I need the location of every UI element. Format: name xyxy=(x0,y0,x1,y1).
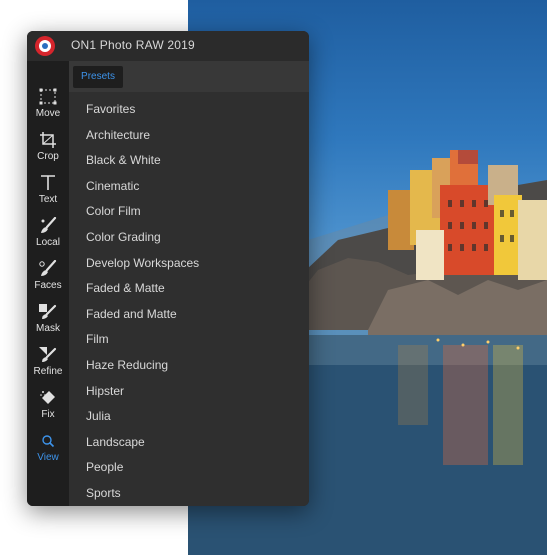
tool-local[interactable]: Local xyxy=(27,216,69,260)
title-bar: ON1 Photo RAW 2019 xyxy=(27,31,309,61)
preset-item[interactable]: Architecture xyxy=(69,123,309,149)
mask-brush-icon xyxy=(38,303,58,321)
tool-bar: Move Crop Text Local Faces Mask Refine F… xyxy=(27,61,69,506)
tool-label: Faces xyxy=(34,280,62,291)
tool-label: Refine xyxy=(33,366,63,377)
refine-brush-icon xyxy=(38,346,58,364)
tool-faces[interactable]: Faces xyxy=(27,259,69,303)
tool-label: Mask xyxy=(36,323,60,334)
face-brush-icon xyxy=(38,259,58,278)
preset-item[interactable]: Black & White xyxy=(69,148,309,174)
tool-fix[interactable]: Fix xyxy=(27,389,69,432)
preset-item[interactable]: Faded and Matte xyxy=(69,302,309,328)
preset-item[interactable]: Cinematic xyxy=(69,174,309,200)
preset-list: Favorites Architecture Black & White Cin… xyxy=(69,97,309,506)
brush-icon xyxy=(38,216,58,235)
tool-crop[interactable]: Crop xyxy=(27,131,69,174)
preset-item[interactable]: Develop Workspaces xyxy=(69,251,309,277)
app-logo-icon xyxy=(35,36,55,56)
tab-presets[interactable]: Presets xyxy=(73,66,123,88)
preset-item[interactable]: People xyxy=(69,455,309,481)
search-icon xyxy=(38,432,58,450)
tool-text[interactable]: Text xyxy=(27,174,69,217)
crop-icon xyxy=(38,131,58,149)
tool-label: Text xyxy=(38,194,58,205)
tool-label: Fix xyxy=(41,409,55,420)
preset-item[interactable]: Landscape xyxy=(69,430,309,456)
preset-item[interactable]: Hipster xyxy=(69,379,309,405)
tool-move[interactable]: Move xyxy=(27,88,69,131)
preset-item[interactable]: Sports xyxy=(69,481,309,506)
tool-label: View xyxy=(37,452,59,463)
eraser-icon xyxy=(38,389,58,407)
tool-view[interactable]: View xyxy=(27,432,69,475)
preset-item[interactable]: Favorites xyxy=(69,97,309,123)
tool-mask[interactable]: Mask xyxy=(27,303,69,346)
tool-label: Local xyxy=(36,237,60,248)
text-icon xyxy=(38,174,58,192)
app-title: ON1 Photo RAW 2019 xyxy=(71,38,195,52)
preset-item[interactable]: Julia xyxy=(69,404,309,430)
tool-label: Move xyxy=(35,108,61,119)
preset-item[interactable]: Haze Reducing xyxy=(69,353,309,379)
tool-label: Crop xyxy=(37,151,59,162)
tool-refine[interactable]: Refine xyxy=(27,346,69,389)
preset-item[interactable]: Color Film xyxy=(69,199,309,225)
preset-item[interactable]: Color Grading xyxy=(69,225,309,251)
preset-item[interactable]: Faded & Matte xyxy=(69,276,309,302)
preset-item[interactable]: Film xyxy=(69,327,309,353)
presets-panel: Presets Favorites Architecture Black & W… xyxy=(69,61,309,506)
move-icon xyxy=(38,88,58,106)
panel-header: Presets xyxy=(69,61,309,92)
app-window: ON1 Photo RAW 2019 Move Crop Text Local … xyxy=(27,31,309,506)
